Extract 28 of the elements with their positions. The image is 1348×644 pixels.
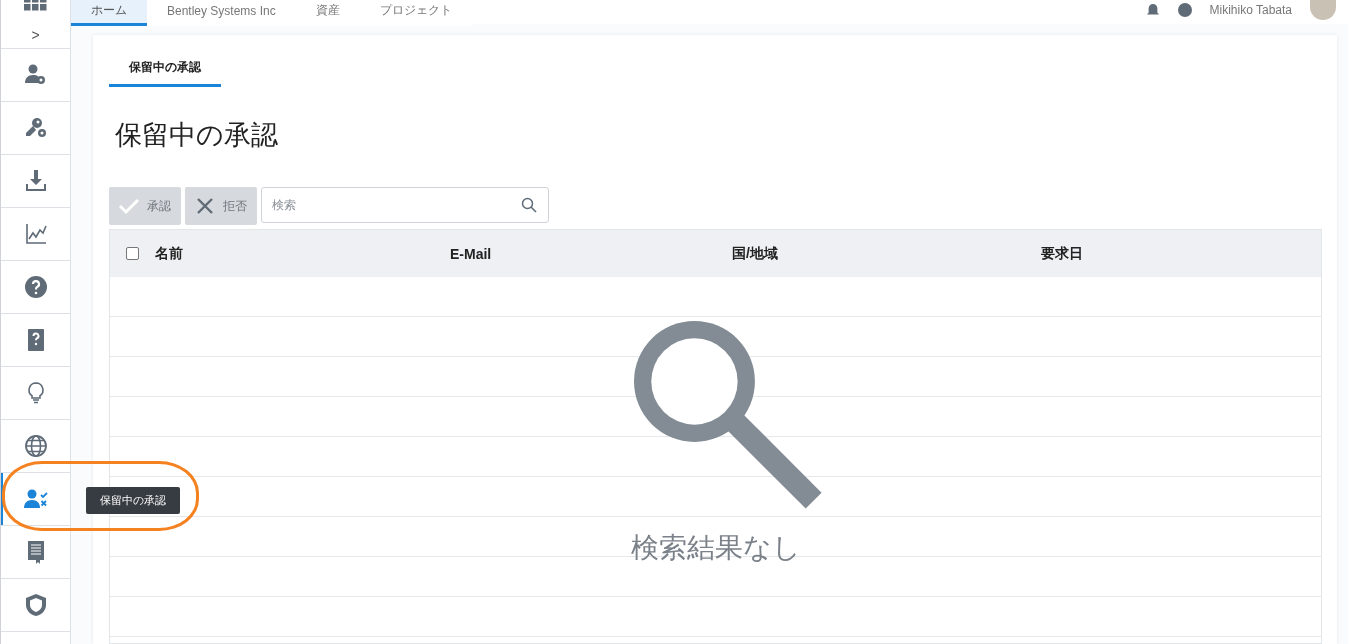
sidebar-item[interactable] [1,473,70,526]
empty-message: 検索結果なし [630,531,801,565]
download-icon [23,169,48,193]
nav-tab[interactable]: 資産 [295,0,360,26]
check-icon [119,197,139,215]
user-name[interactable]: Mikihiko Tabata [1209,3,1292,17]
page-title: 保留中の承認 [115,119,279,152]
column-header[interactable]: 要求日 [1041,244,1083,263]
key-gear-icon [23,116,48,140]
globe-icon [23,434,48,458]
search-field[interactable]: 検索 [261,187,549,223]
select-all-checkbox[interactable] [126,247,139,260]
shield-icon [23,593,48,617]
nav-tab[interactable]: ホーム [71,0,147,26]
column-header[interactable]: E-Mail [450,245,492,262]
page-tab[interactable]: 保留中の承認 [109,53,221,87]
expand-button[interactable]: > [25,22,46,48]
line-chart-icon [23,222,48,246]
app-grid-icon[interactable] [24,0,47,11]
x-icon [195,197,215,215]
user-check-icon [23,487,48,511]
magnifier-icon [633,321,824,511]
search-icon [521,197,537,213]
bell-icon[interactable] [1145,3,1160,17]
tooltip: 保留中の承認 [86,486,180,514]
column-header[interactable]: 国/地域 [732,244,778,263]
column-header[interactable]: 名前 [155,244,183,263]
user-gear-icon [23,63,48,87]
